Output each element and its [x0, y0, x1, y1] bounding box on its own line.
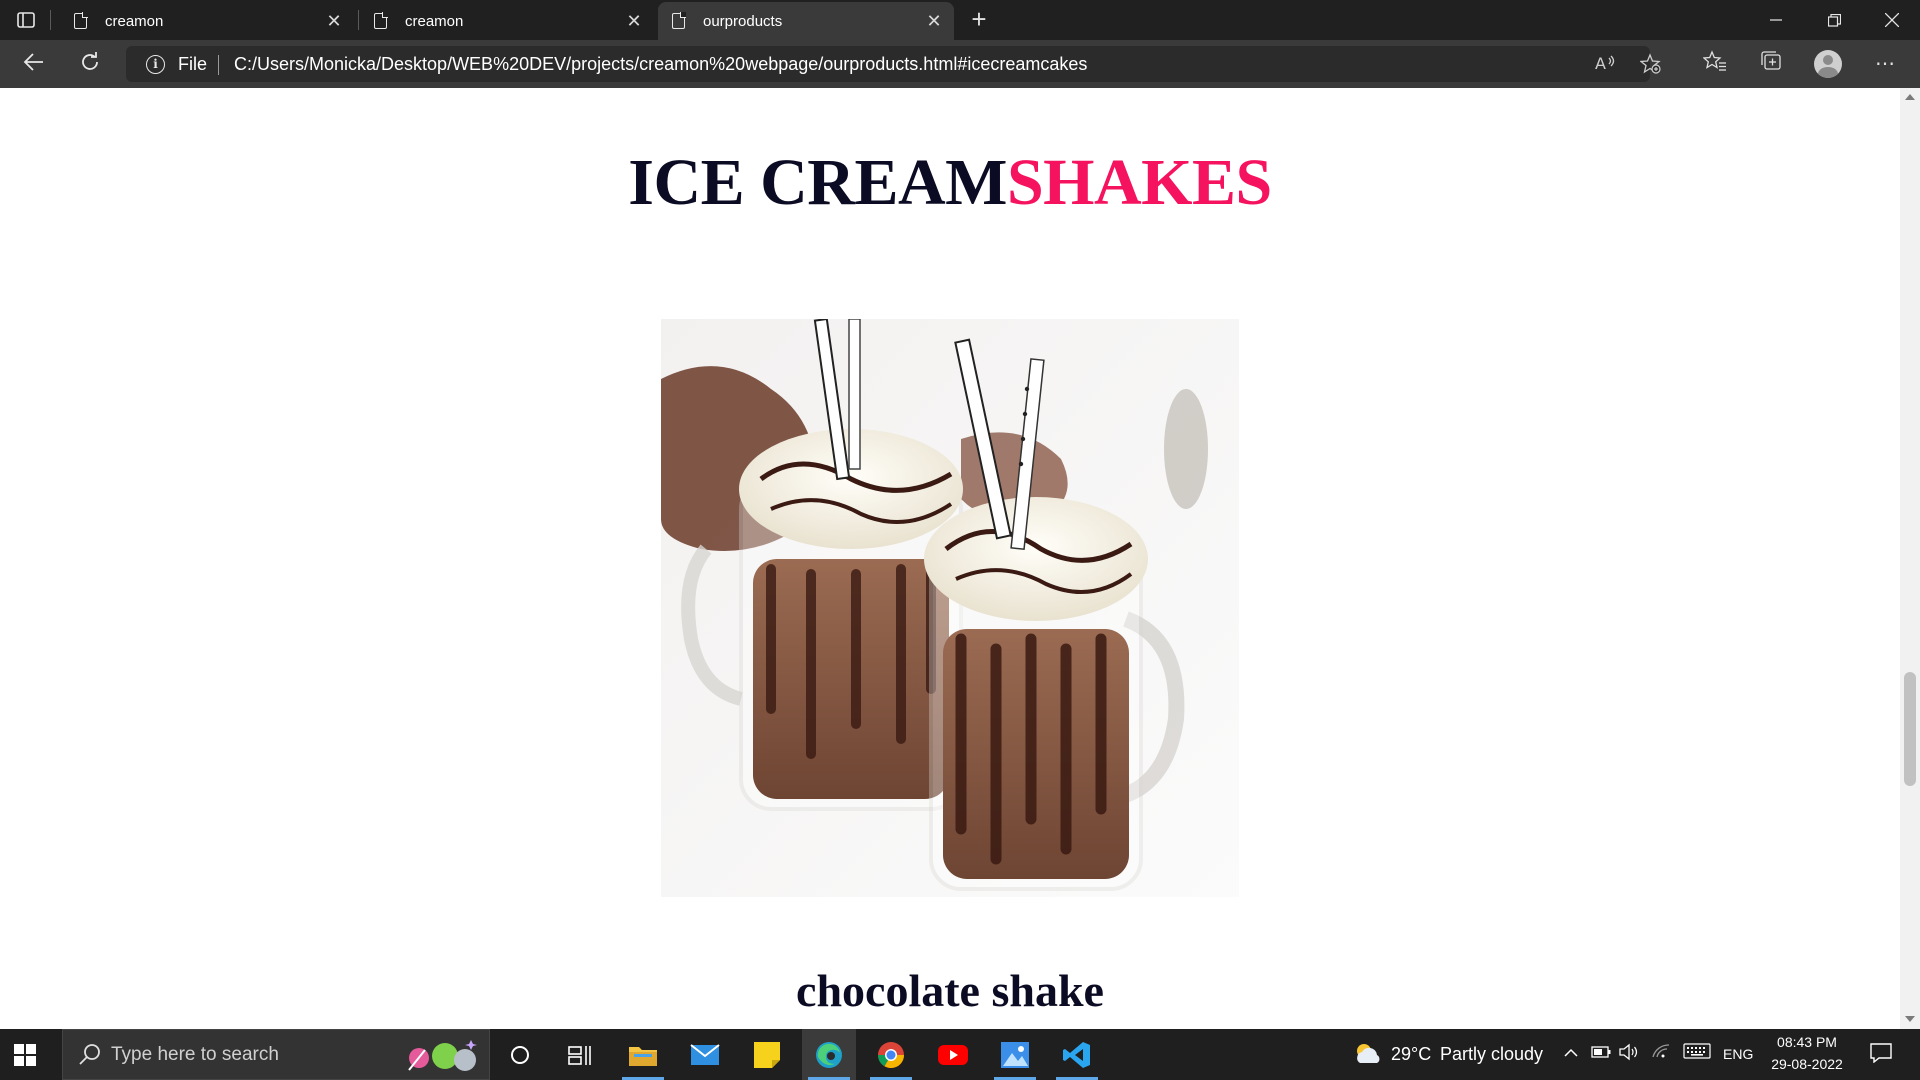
address-separator: [218, 55, 219, 75]
search-highlight-art-icon: [408, 1040, 477, 1071]
site-info-icon[interactable]: i: [146, 55, 165, 74]
back-arrow-icon[interactable]: [20, 50, 48, 78]
add-favorite-star-icon[interactable]: [1638, 53, 1664, 77]
sticky-notes-app[interactable]: [740, 1029, 794, 1080]
taskbar-search-box[interactable]: Type here to search: [62, 1029, 490, 1080]
battery-icon[interactable]: [1590, 1043, 1612, 1065]
clock-time[interactable]: 08:43 PM: [1766, 1034, 1848, 1050]
collections-icon[interactable]: [1756, 50, 1786, 78]
weather-description[interactable]: Partly cloudy: [1440, 1044, 1543, 1065]
more-options-icon[interactable]: ⋯: [1870, 50, 1900, 78]
tab-creamon-2[interactable]: creamon ✕: [360, 2, 654, 40]
address-bar[interactable]: i File C:/Users/Monicka/Desktop/WEB%20DE…: [126, 46, 1661, 82]
file-explorer-app[interactable]: [616, 1029, 670, 1080]
web-page-content: ICE CREAMSHAKES chocolate shake: [0, 88, 1900, 1029]
volume-icon[interactable]: [1618, 1043, 1640, 1065]
cortana-icon[interactable]: [504, 1039, 536, 1071]
windows-start-icon[interactable]: [14, 1044, 36, 1066]
tab-label: creamon: [405, 12, 464, 30]
close-window-button[interactable]: [1864, 0, 1920, 40]
task-view-icon[interactable]: [564, 1039, 596, 1071]
keyboard-icon[interactable]: [1682, 1043, 1712, 1065]
svg-text:A: A: [1595, 54, 1606, 73]
tab-label: creamon: [105, 12, 164, 30]
tab-ourproducts[interactable]: ourproducts ✕: [658, 2, 954, 40]
close-tab-icon[interactable]: ✕: [624, 11, 644, 31]
browser-tab-strip: creamon ✕ creamon ✕ ourproducts ✕ +: [0, 0, 1920, 40]
search-icon: [79, 1044, 100, 1065]
close-tab-icon[interactable]: ✕: [324, 11, 344, 31]
favorites-icon[interactable]: [1700, 50, 1730, 78]
browser-toolbar: i File C:/Users/Monicka/Desktop/WEB%20DE…: [0, 40, 1920, 88]
profile-avatar[interactable]: [1814, 50, 1842, 78]
youtube-app[interactable]: [926, 1029, 980, 1080]
tab-actions-icon[interactable]: [14, 9, 38, 31]
microsoft-edge-app[interactable]: [802, 1029, 856, 1080]
mail-app[interactable]: [678, 1029, 732, 1080]
tab-separator: [358, 10, 359, 30]
show-hidden-icons-chevron-icon[interactable]: [1560, 1043, 1582, 1065]
refresh-icon[interactable]: [76, 50, 104, 78]
partly-cloudy-weather-icon[interactable]: [1352, 1041, 1384, 1067]
notifications-icon[interactable]: [1868, 1043, 1894, 1065]
url-text[interactable]: C:/Users/Monicka/Desktop/WEB%20DEV/proje…: [234, 54, 1087, 75]
document-icon: [74, 12, 88, 29]
heading-accent-part: SHAKES: [1006, 146, 1272, 219]
product-caption: chocolate shake: [796, 965, 1104, 1016]
scroll-up-arrow-icon[interactable]: [1905, 94, 1915, 100]
wifi-icon[interactable]: [1650, 1043, 1672, 1065]
clock-date[interactable]: 29-08-2022: [1766, 1056, 1848, 1072]
new-tab-button[interactable]: +: [965, 6, 993, 34]
minimize-button[interactable]: [1748, 0, 1804, 40]
visual-studio-code-app[interactable]: [1050, 1029, 1104, 1080]
photos-app[interactable]: [988, 1029, 1042, 1080]
windows-taskbar: Type here to search 29°C Partly cloudy E…: [0, 1029, 1920, 1080]
input-language[interactable]: ENG: [1723, 1046, 1753, 1062]
read-aloud-icon[interactable]: A: [1592, 53, 1618, 77]
restore-button[interactable]: [1806, 0, 1862, 40]
scroll-thumb[interactable]: [1904, 672, 1916, 786]
scroll-down-arrow-icon[interactable]: [1905, 1016, 1915, 1022]
scheme-label: File: [178, 54, 208, 74]
page-heading: ICE CREAMSHAKES: [0, 145, 1900, 221]
chocolate-shake-image: [661, 319, 1239, 897]
weather-temperature[interactable]: 29°C: [1391, 1044, 1431, 1065]
tab-separator: [50, 10, 51, 30]
document-icon: [672, 12, 686, 29]
document-icon: [374, 12, 388, 29]
heading-dark-part: ICE CREAM: [628, 146, 1007, 219]
search-placeholder: Type here to search: [111, 1044, 279, 1065]
google-chrome-app[interactable]: [864, 1029, 918, 1080]
tab-label: ourproducts: [703, 12, 783, 30]
close-tab-icon[interactable]: ✕: [924, 11, 944, 31]
page-scrollbar[interactable]: [1900, 88, 1920, 1029]
tab-creamon-1[interactable]: creamon ✕: [60, 2, 354, 40]
